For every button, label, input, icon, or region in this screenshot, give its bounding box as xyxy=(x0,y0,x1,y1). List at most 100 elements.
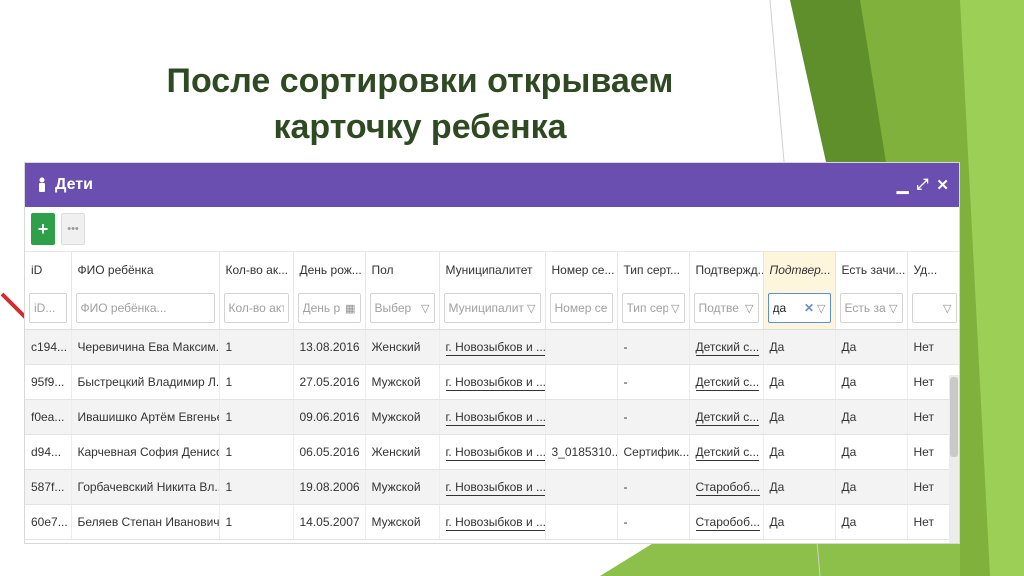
col-header-cert-type[interactable]: Тип серт... xyxy=(617,251,690,288)
cell-count-value: 1 xyxy=(225,515,233,529)
chevron-down-icon[interactable]: ▽ xyxy=(671,302,679,315)
cell-gender: Мужской xyxy=(365,504,440,540)
cell-confirmed_by-value[interactable]: Детский с... xyxy=(695,375,760,391)
cell-birthday-value: 06.05.2016 xyxy=(299,445,360,459)
cell-birthday-value: 09.06.2016 xyxy=(299,410,360,424)
cell-confirmed_by-value[interactable]: Детский с... xyxy=(695,445,760,461)
cell-deleted-value: Нет xyxy=(913,410,934,424)
cell-birthday-value: 19.08.2006 xyxy=(299,480,360,494)
cell-municipality-value[interactable]: г. Новозыбков и ... xyxy=(445,340,544,356)
cell-cert_type: - xyxy=(617,364,690,400)
cell-confirmed_by-value[interactable]: Детский с... xyxy=(695,410,760,426)
col-header-municipality[interactable]: Муниципалитет xyxy=(439,251,546,288)
cell-confirmed_by-value[interactable]: Старобоб... xyxy=(695,480,760,496)
cell-enrolled: Да xyxy=(835,329,908,365)
cell-count-value: 1 xyxy=(225,410,233,424)
cell-id: c194... xyxy=(25,329,72,365)
cell-enrolled: Да xyxy=(835,469,908,505)
scrollbar-thumb[interactable] xyxy=(950,377,958,457)
cell-id-value: f0ea... xyxy=(31,410,65,424)
col-header-birthday[interactable]: День рож... xyxy=(293,251,366,288)
chevron-down-icon[interactable]: ▽ xyxy=(421,302,429,315)
cell-gender-value: Мужской xyxy=(371,515,421,529)
cell-municipality: г. Новозыбков и ... xyxy=(439,399,546,435)
table-row[interactable]: 95f9... Быстрецкий Владимир Л... 1 27.05.20… xyxy=(25,364,959,400)
children-window: Дети ▁ ⤢ ✕ + ••• iD ФИО ребёнка Кол-во а… xyxy=(24,162,960,544)
close-icon[interactable]: ✕ xyxy=(936,176,949,194)
cell-gender-value: Женский xyxy=(371,340,421,354)
filter-count[interactable]: Кол-во акт xyxy=(223,293,289,324)
chevron-down-icon[interactable]: ▽ xyxy=(527,302,535,315)
table-row[interactable]: f0ea... Ивашишко Артём Евгенье... 1 09.06.2… xyxy=(25,399,959,435)
cell-confirmed_by: Детский с... xyxy=(689,329,764,365)
col-header-id[interactable]: iD xyxy=(25,251,72,288)
filter-gender[interactable]: Выбер ▽ xyxy=(369,293,435,324)
chevron-down-icon[interactable]: ▽ xyxy=(817,302,825,315)
cell-municipality-value[interactable]: г. Новозыбков и ... xyxy=(445,410,544,426)
clear-icon[interactable]: ✕ xyxy=(804,301,814,315)
filter-birthday[interactable]: День р ▦ xyxy=(297,293,361,324)
filter-confirmed-by[interactable]: Подтве ▽ xyxy=(693,293,759,324)
add-button[interactable]: + xyxy=(31,213,55,245)
chevron-down-icon[interactable]: ▽ xyxy=(889,302,897,315)
child-icon xyxy=(35,177,49,193)
col-header-confirmed-by[interactable]: Подтвержд... xyxy=(689,251,764,288)
filter-id[interactable]: iD... xyxy=(29,293,67,324)
filter-name[interactable]: ФИО ребёнка... xyxy=(75,293,215,324)
cell-municipality-value[interactable]: г. Новозыбков и ... xyxy=(445,375,544,391)
col-header-gender[interactable]: Пол xyxy=(365,251,440,288)
filter-confirmed[interactable]: да ✕ ▽ xyxy=(767,293,831,324)
cell-municipality-value[interactable]: г. Новозыбков и ... xyxy=(445,480,544,496)
cell-confirmed_by: Старобоб... xyxy=(689,504,764,540)
cell-cert_type: - xyxy=(617,399,690,435)
cell-count-value: 1 xyxy=(225,445,233,459)
cell-name-value: Горбачевский Никита Вл... xyxy=(77,480,219,494)
chevron-down-icon[interactable]: ▽ xyxy=(745,302,753,315)
cell-cert_number-value: 3_0185310... xyxy=(551,445,617,459)
filter-enrolled[interactable]: Есть за ▽ xyxy=(839,293,903,324)
restore-icon[interactable]: ⤢ xyxy=(916,176,928,194)
cell-name-value: Карчевная София Денисо... xyxy=(77,445,219,459)
col-header-name[interactable]: ФИО ребёнка xyxy=(71,251,220,288)
table-row[interactable]: 587f... Горбачевский Никита Вл... 1 19.08.2… xyxy=(25,469,959,505)
slide: После сортировки открываем карточку ребе… xyxy=(0,0,1024,576)
minimize-icon[interactable]: ▁ xyxy=(897,176,909,194)
filter-cert-type[interactable]: Тип сер ▽ xyxy=(621,293,685,324)
cell-gender-value: Мужской xyxy=(371,410,421,424)
table-row[interactable]: c194... Черевичина Ева Максим... 1 13.08.20… xyxy=(25,329,959,365)
col-header-count[interactable]: Кол-во ак... xyxy=(219,251,294,288)
cell-gender: Мужской xyxy=(365,469,440,505)
cell-deleted-value: Нет xyxy=(913,480,934,494)
slide-title-line-1: После сортировки открываем xyxy=(166,62,674,100)
filter-cert-number[interactable]: Номер сер xyxy=(549,293,613,324)
children-table: iD ФИО ребёнка Кол-во ак... День рож... … xyxy=(25,251,959,540)
cell-name: Беляев Степан Иванович xyxy=(71,504,220,540)
cell-cert_type: - xyxy=(617,504,690,540)
cell-gender: Мужской xyxy=(365,364,440,400)
window-titlebar: Дети ▁ ⤢ ✕ xyxy=(25,163,959,207)
cell-confirmed_by-value[interactable]: Старобоб... xyxy=(695,515,760,531)
cell-cert_number xyxy=(545,329,618,365)
col-header-cert-number[interactable]: Номер се... xyxy=(545,251,618,288)
chevron-down-icon[interactable]: ▽ xyxy=(943,302,951,315)
cell-municipality-value[interactable]: г. Новозыбков и ... xyxy=(445,445,544,461)
cell-cert_type: - xyxy=(617,329,690,365)
filter-municipality[interactable]: Муниципалит ▽ xyxy=(443,293,541,324)
cell-confirmed_by-value[interactable]: Детский с... xyxy=(695,340,760,356)
vertical-scrollbar[interactable] xyxy=(949,375,959,543)
filter-deleted[interactable]: ▽ xyxy=(911,293,957,324)
cell-birthday: 13.08.2016 xyxy=(293,329,366,365)
col-header-enrolled[interactable]: Есть зачи... xyxy=(835,251,908,288)
more-button[interactable]: ••• xyxy=(61,213,85,245)
col-header-deleted[interactable]: Уд... xyxy=(907,251,959,288)
table-row[interactable]: d94... Карчевная София Денисо... 1 06.05.20… xyxy=(25,434,959,470)
cell-confirmed: Да xyxy=(763,329,836,365)
table-row[interactable]: 60e7... Беляев Степан Иванович 1 14.05.2007… xyxy=(25,504,959,540)
cell-count: 1 xyxy=(219,399,294,435)
cell-id: f0ea... xyxy=(25,399,72,435)
cell-confirmed: Да xyxy=(763,434,836,470)
calendar-icon[interactable]: ▦ xyxy=(345,302,355,315)
col-header-confirmed[interactable]: Подтвер... xyxy=(763,251,836,288)
cell-municipality-value[interactable]: г. Новозыбков и ... xyxy=(445,515,544,531)
cell-count: 1 xyxy=(219,329,294,365)
